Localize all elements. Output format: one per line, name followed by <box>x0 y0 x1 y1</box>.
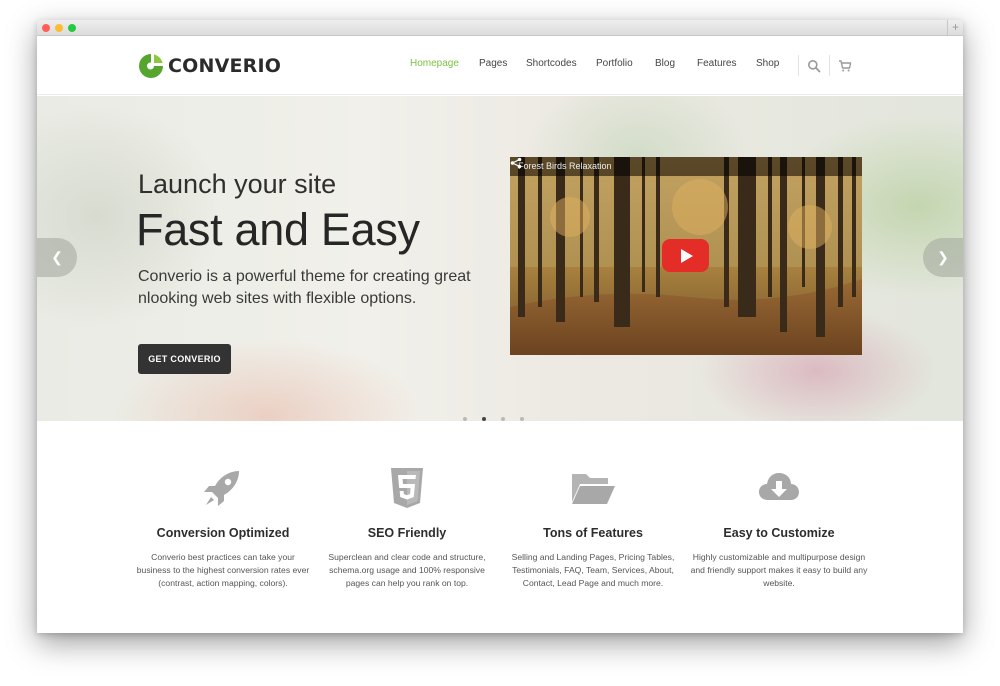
hero-heading-large: Fast and Easy <box>136 204 420 255</box>
feature-title: Easy to Customize <box>723 526 835 540</box>
hero-description: Converio is a powerful theme for creatin… <box>138 268 471 307</box>
share-icon[interactable] <box>510 157 522 169</box>
slider-next-button[interactable]: ❯ <box>923 238 963 277</box>
rocket-icon <box>204 471 239 506</box>
maximize-window-button[interactable] <box>68 24 76 32</box>
search-icon[interactable] <box>807 59 821 73</box>
converio-logo-icon <box>139 54 163 78</box>
cloud-download-icon <box>759 473 799 500</box>
slider-dot-3[interactable] <box>501 417 505 421</box>
nav-item-blog[interactable]: Blog <box>655 58 675 69</box>
minimize-window-button[interactable] <box>55 24 63 32</box>
feature-title: SEO Friendly <box>367 526 447 540</box>
nav-item-features[interactable]: Features <box>697 58 736 69</box>
feature-description: Highly customizable and multipurpose des… <box>690 552 868 588</box>
video-player[interactable]: Forest Birds Relaxation <box>510 157 862 355</box>
browser-window: + CONVERIO Homepage Pages Shortcodes Por… <box>37 20 963 633</box>
chevron-left-icon: ❮ <box>51 249 63 265</box>
cart-icon[interactable] <box>838 59 852 73</box>
site-header: CONVERIO Homepage Pages Shortcodes Portf… <box>37 36 963 95</box>
folder-open-icon <box>572 474 615 504</box>
slider-dot-4[interactable] <box>520 417 524 421</box>
slider-prev-button[interactable]: ❮ <box>37 238 77 277</box>
hero-heading-small: Launch your site <box>138 169 337 199</box>
chevron-right-icon: ❯ <box>937 249 949 265</box>
nav-divider <box>829 55 830 76</box>
nav-item-shortcodes[interactable]: Shortcodes <box>526 58 577 69</box>
new-tab-button[interactable]: + <box>947 20 963 36</box>
play-button-icon[interactable] <box>662 239 709 272</box>
feature-description: Converio best practices can take your bu… <box>136 552 310 588</box>
hero-slider: ❮ ❯ Launch your site Fast and Easy Conve… <box>37 96 963 421</box>
feature-description: Superclean and clear code and structure,… <box>328 552 486 588</box>
html5-icon <box>391 468 423 508</box>
brand-name: CONVERIO <box>168 55 282 77</box>
nav-item-portfolio[interactable]: Portfolio <box>596 58 633 69</box>
nav-item-pages[interactable]: Pages <box>479 58 507 69</box>
nav-divider <box>798 55 799 76</box>
feature-description: Selling and Landing Pages, Pricing Table… <box>511 552 675 588</box>
video-title-bar: Forest Birds Relaxation <box>510 157 862 176</box>
nav-item-shop[interactable]: Shop <box>756 58 779 69</box>
slider-dot-2[interactable] <box>482 417 486 421</box>
feature-title: Tons of Features <box>543 526 643 540</box>
close-window-button[interactable] <box>42 24 50 32</box>
video-title: Forest Birds Relaxation <box>518 161 612 171</box>
slider-dot-1[interactable] <box>463 417 467 421</box>
window-titlebar: + <box>37 20 963 36</box>
nav-item-homepage[interactable]: Homepage <box>410 58 459 69</box>
get-converio-button[interactable]: GET CONVERIO <box>138 344 231 374</box>
feature-title: Conversion Optimized <box>156 526 290 540</box>
